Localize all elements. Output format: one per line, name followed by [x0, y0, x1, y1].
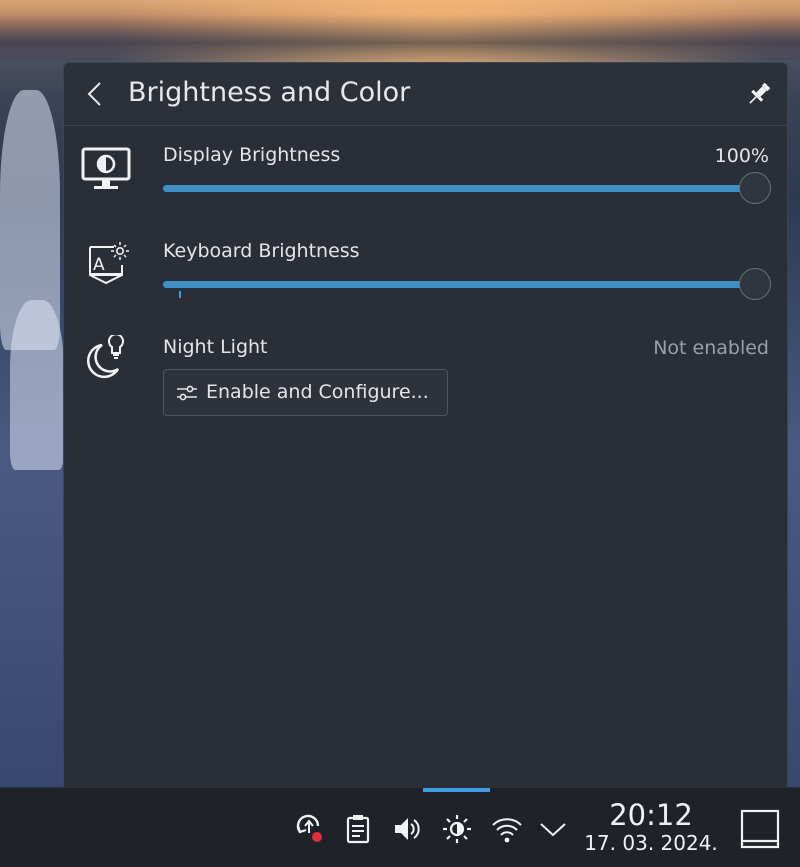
brightness-icon[interactable] — [440, 812, 474, 846]
night-light-status: Not enabled — [653, 337, 769, 359]
brightness-color-popup: Brightness and Color Display Brightness … — [63, 62, 788, 787]
digital-clock[interactable]: 20:12 17. 03. 2024. — [578, 798, 724, 854]
slider-fill — [163, 185, 755, 192]
keyboard-brightness-label: Keyboard Brightness — [163, 240, 360, 262]
wallpaper-snowy-tree — [10, 300, 64, 470]
display-brightness-slider[interactable] — [163, 171, 771, 205]
clock-time: 20:12 — [609, 798, 693, 832]
wifi-icon[interactable] — [490, 812, 524, 846]
svg-text:A: A — [93, 255, 105, 275]
pin-button[interactable] — [743, 78, 775, 110]
enable-configure-label: Enable and Configure... — [206, 381, 429, 403]
active-applet-indicator — [423, 788, 490, 792]
slider-tick-mark — [179, 291, 181, 298]
update-notifier-icon[interactable] — [292, 812, 326, 846]
taskbar: 20:12 17. 03. 2024. — [0, 787, 800, 867]
configure-sliders-icon — [177, 385, 197, 401]
pin-icon — [749, 82, 771, 104]
slider-fill — [163, 281, 755, 288]
night-light-label: Night Light — [163, 336, 268, 358]
show-desktop-button[interactable] — [740, 808, 780, 850]
popup-header: Brightness and Color — [64, 63, 787, 126]
enable-configure-button[interactable]: Enable and Configure... — [163, 369, 448, 416]
keyboard-brightness-icon: A — [80, 239, 132, 291]
popup-title: Brightness and Color — [128, 77, 411, 108]
volume-icon[interactable] — [390, 812, 424, 846]
show-desktop-icon — [740, 809, 780, 849]
display-brightness-value: 100% — [714, 145, 769, 167]
back-button[interactable] — [80, 78, 112, 110]
keyboard-brightness-slider[interactable] — [163, 267, 771, 301]
expand-tray-icon[interactable] — [536, 812, 570, 846]
wallpaper-treeline — [0, 14, 800, 62]
chevron-left-icon — [87, 82, 101, 106]
night-light-icon — [80, 333, 132, 387]
slider-handle[interactable] — [739, 172, 771, 204]
display-brightness-label: Display Brightness — [163, 144, 341, 166]
slider-handle[interactable] — [739, 268, 771, 300]
clipboard-icon[interactable] — [341, 812, 375, 846]
monitor-brightness-icon — [80, 143, 132, 195]
clock-date: 17. 03. 2024. — [584, 831, 718, 855]
